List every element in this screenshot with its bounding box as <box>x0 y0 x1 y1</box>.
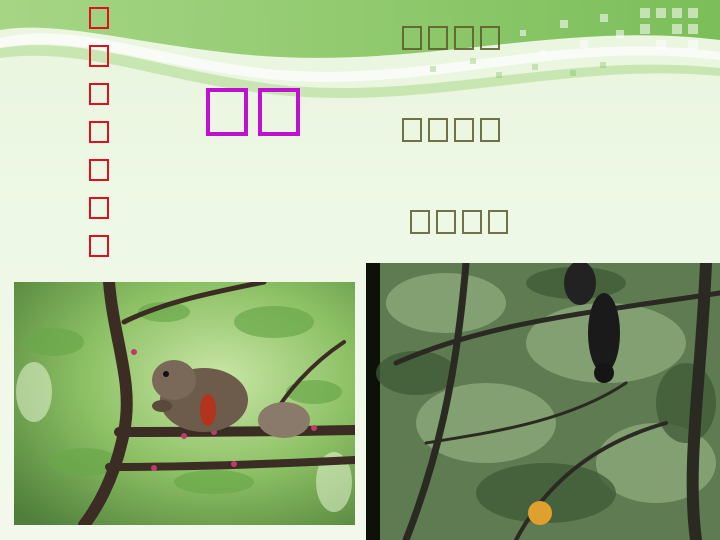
phrase-2: □□□□ <box>402 118 500 142</box>
tree-canopy-illustration <box>366 263 720 540</box>
squirrel-illustration <box>14 282 355 525</box>
glyph-box <box>402 118 422 142</box>
main-title: □□ <box>206 88 300 136</box>
phrase-1: □□□□ <box>402 26 500 50</box>
glyph-box <box>462 210 482 234</box>
pixel-pattern-decoration <box>430 8 698 78</box>
glyph-box <box>454 26 474 50</box>
squirrel-photo-left <box>14 282 355 525</box>
glyph-box <box>436 210 456 234</box>
vertical-title: □□□□□□□ <box>86 0 112 266</box>
glyph-box <box>454 118 474 142</box>
glyph-box <box>488 210 508 234</box>
glyph-box <box>89 235 109 257</box>
glyph-box <box>89 121 109 143</box>
glyph-box <box>89 45 109 67</box>
glyph-box <box>410 210 430 234</box>
glyph-box <box>258 88 300 136</box>
vertical-title-text: □□□□□□□ <box>99 0 100 1</box>
glyph-box <box>89 197 109 219</box>
glyph-box <box>480 118 500 142</box>
phrase-3: □□□□ <box>410 210 508 234</box>
glyph-box <box>89 83 109 105</box>
glyph-box <box>89 159 109 181</box>
glyph-box <box>206 88 248 136</box>
glyph-box <box>428 26 448 50</box>
glyph-box <box>89 7 109 29</box>
glyph-box <box>428 118 448 142</box>
glyph-box <box>480 26 500 50</box>
glyph-box <box>402 26 422 50</box>
squirrel-photo-right <box>366 263 720 540</box>
